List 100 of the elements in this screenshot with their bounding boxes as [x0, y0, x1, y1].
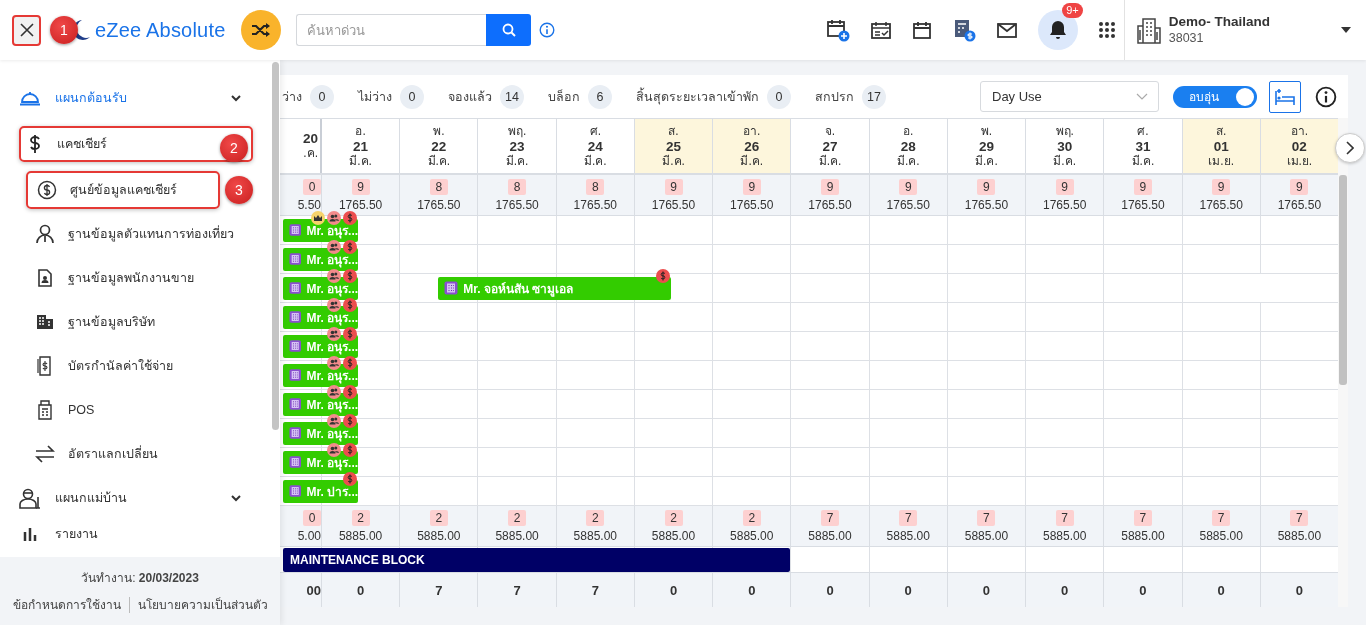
group-icon: [327, 356, 342, 370]
add-bed-button[interactable]: [1269, 80, 1301, 113]
view-select[interactable]: Day Use: [980, 81, 1159, 112]
total-value: 0: [1139, 582, 1147, 598]
total-value: 0: [904, 582, 912, 598]
building-icon: [289, 426, 302, 440]
day-number: 25: [666, 138, 682, 154]
availability-count: 9: [1133, 178, 1152, 195]
dollar-icon: [343, 327, 358, 341]
day-number: 27: [822, 138, 838, 154]
group-icon: [327, 269, 342, 283]
office-building-icon: [36, 314, 54, 330]
chevron-icon[interactable]: [230, 494, 242, 502]
dollar-icon: [343, 211, 358, 225]
availability-count: 2: [429, 509, 448, 526]
menu-item[interactable]: แผนกต้อนรับ: [0, 76, 280, 120]
mail-icon[interactable]: [995, 21, 1018, 39]
scrollbar[interactable]: [272, 62, 279, 430]
total-value: 0: [748, 582, 756, 598]
menu-item[interactable]: ฐานข้อมูลบริษัท: [26, 303, 268, 341]
availability-count: 7: [1055, 509, 1074, 526]
dollar-icon: [343, 414, 358, 428]
stat-label: จองแล้ว: [448, 88, 492, 106]
menu-item[interactable]: บัตรกำนัลค่าใช้จ่าย: [26, 347, 268, 385]
day-number: 22: [431, 138, 447, 154]
rate-value: 5.00: [297, 528, 321, 543]
footer-link[interactable]: ข้อกำหนดการใช้งาน: [12, 595, 121, 614]
stat-count: 17: [862, 84, 886, 109]
menu-item[interactable]: อัตราแลกเปลี่ยน: [26, 435, 268, 473]
availability-count: 7: [1133, 509, 1152, 526]
menu-item[interactable]: ศูนย์ข้อมูลแคชเชียร์: [26, 171, 220, 209]
property-name: Demo- Thailand: [1168, 13, 1270, 30]
weekday-label: อา.: [1290, 123, 1309, 139]
stat-label: สิ้นสุดระยะเวลาเข้าพัก: [636, 86, 759, 107]
group-icon: [327, 211, 342, 225]
dollar-circle-icon: [37, 180, 57, 200]
bar-chart-icon: [22, 526, 38, 542]
toggle-switch[interactable]: อบอุ่น: [1173, 85, 1257, 108]
building-icon: [289, 484, 302, 498]
calendar-icon[interactable]: [911, 20, 932, 40]
shuffle-icon: [251, 22, 272, 38]
availability-count: 2: [742, 509, 761, 526]
crown-icon: [311, 211, 326, 225]
month-label: มี.ค.: [896, 153, 920, 169]
building-icon: [289, 397, 302, 411]
rate-value: 1765.50: [1043, 197, 1087, 212]
rate-value: 1765.50: [495, 197, 539, 212]
rate-value: 5885.00: [964, 528, 1009, 543]
total-value: 7: [513, 582, 521, 598]
calendar-check-icon[interactable]: [869, 20, 892, 40]
rate-value: 1765.50: [808, 197, 852, 212]
calendar-add-icon[interactable]: [825, 18, 850, 42]
day-number: 29: [978, 138, 994, 154]
total-value: 0: [982, 582, 991, 598]
search-button[interactable]: [486, 14, 532, 46]
menu-item[interactable]: แผนกแม่บ้าน: [0, 476, 280, 520]
availability-count: 7: [1290, 509, 1309, 526]
rate-value: 1765.50: [417, 197, 461, 212]
stat-label: ว่าง: [282, 88, 302, 106]
stat-label: ไม่ว่าง: [358, 88, 392, 106]
info-icon[interactable]: [1315, 85, 1337, 108]
bed-plus-icon: [1274, 86, 1296, 107]
availability-count: 7: [1212, 509, 1231, 526]
footer-link[interactable]: นโยบายความเป็นส่วนตัว: [137, 595, 268, 614]
dollar-icon: [343, 356, 358, 370]
menu-item[interactable]: POS: [26, 391, 268, 429]
menu-item[interactable]: ฐานข้อมูลตัวแทนการท่องเที่ยว: [26, 215, 268, 253]
day-number: 02: [1291, 138, 1307, 154]
month-label: มี.ค.: [662, 153, 685, 169]
shuffle-button[interactable]: [241, 10, 282, 50]
search-field[interactable]: ค้นหาด่วน: [296, 14, 487, 46]
rate-value: 5885.00: [1277, 528, 1322, 543]
rate-value: 5885.00: [651, 528, 696, 543]
chevron-icon[interactable]: [230, 94, 242, 102]
card-terminal-icon: [38, 400, 52, 420]
step-number: 3: [225, 176, 253, 204]
rate-value: 5885.00: [1043, 528, 1087, 543]
group-icon: [327, 385, 342, 399]
rate-value: 1765.50: [1199, 197, 1243, 212]
availability-count: 9: [977, 178, 996, 195]
rate-value: 5885.00: [1121, 528, 1165, 543]
availability-count: 9: [1212, 178, 1231, 195]
caret-icon[interactable]: [1340, 26, 1352, 34]
availability-count: 9: [664, 178, 683, 195]
building-icon: [289, 368, 302, 382]
exchange-icon: [35, 445, 55, 463]
month-label: เม.ย.: [1208, 153, 1234, 169]
contact-card-icon: [37, 269, 53, 287]
rate-value: 1765.50: [886, 197, 930, 212]
menu-item[interactable]: ฐานข้อมูลพนักงานขาย: [26, 259, 268, 297]
day-number: 01: [1213, 138, 1229, 154]
close-button[interactable]: [12, 14, 41, 46]
apps-icon[interactable]: [1097, 21, 1116, 39]
availability-count: 2: [351, 509, 370, 526]
scrollbar[interactable]: [1339, 175, 1347, 385]
availability-count: 7: [977, 509, 996, 526]
total-value: 0: [1295, 582, 1303, 598]
block-bar[interactable]: MAINTENANCE BLOCK: [283, 547, 791, 572]
menu-item[interactable]: รายงาน: [0, 520, 280, 548]
step-number: 2: [220, 134, 248, 162]
